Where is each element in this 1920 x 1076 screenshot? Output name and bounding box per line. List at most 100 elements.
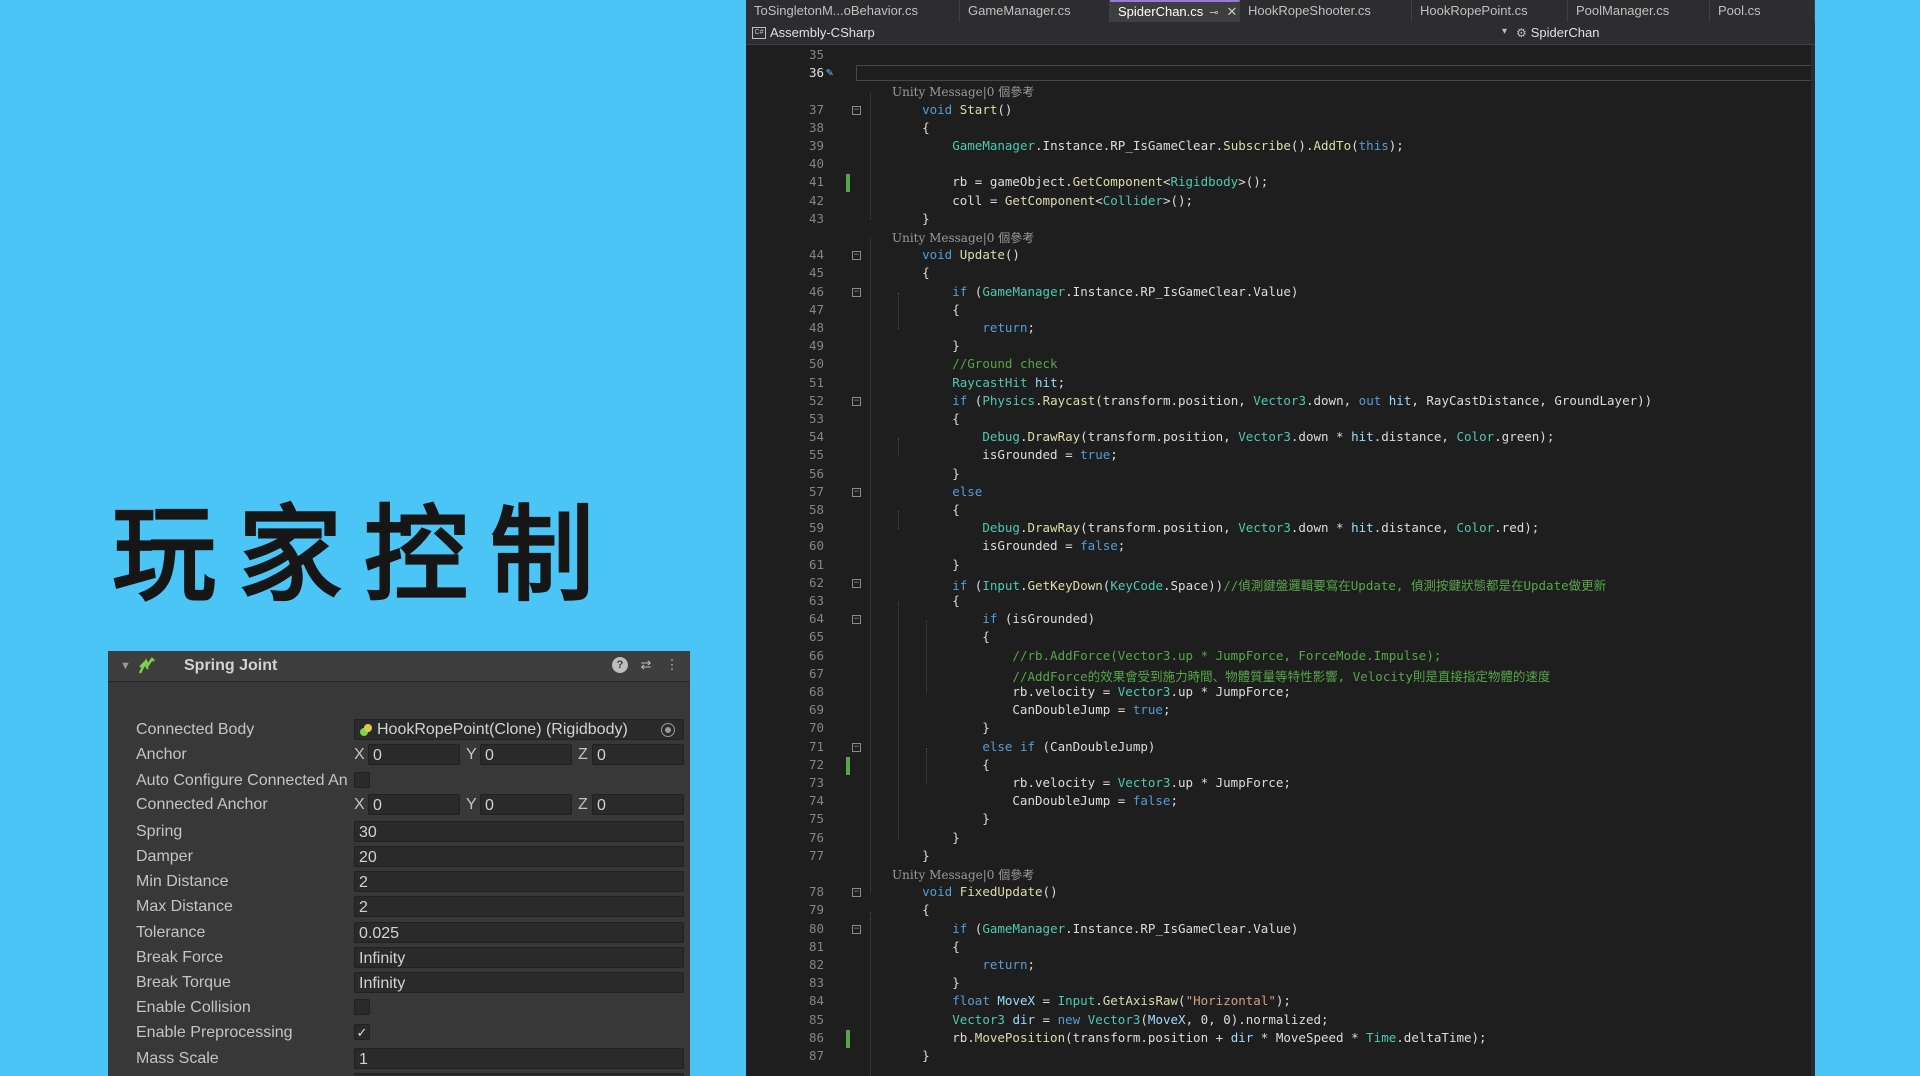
code-line[interactable]: void Start() (892, 102, 1012, 117)
checkbox-unchecked[interactable] (354, 999, 370, 1015)
tab-tosingletonm-obehavior-cs[interactable]: ToSingletonM...oBehavior.cs (746, 0, 960, 22)
close-icon[interactable]: ✕ (1227, 4, 1238, 19)
code-line[interactable]: { (892, 120, 930, 135)
code-line[interactable]: return; (892, 320, 1035, 335)
tab-spiderchan-cs[interactable]: SpiderChan.cs ⊸ ✕ (1110, 0, 1240, 22)
collapse-icon[interactable]: − (852, 888, 861, 898)
code-line[interactable]: rb.velocity = Vector3.up * JumpForce; (892, 775, 1290, 790)
code-line[interactable]: { (892, 411, 960, 426)
code-line[interactable]: } (892, 975, 960, 990)
code-line[interactable]: return; (892, 957, 1035, 972)
collapse-icon[interactable]: − (852, 105, 861, 115)
code-line[interactable]: if (GameManager.Instance.RP_IsGameClear.… (892, 921, 1298, 936)
code-line[interactable]: if (Input.GetKeyDown(KeyCode.Space))//偵測… (892, 575, 1606, 594)
number-field[interactable]: 2 (354, 896, 684, 917)
vector-field-x[interactable]: 0 (368, 744, 460, 765)
codelens-reference[interactable]: Unity Message|0 個參考 (892, 83, 1034, 100)
vector-field-y[interactable]: 0 (480, 744, 572, 765)
collapse-icon[interactable]: − (852, 487, 861, 497)
collapse-icon[interactable]: − (852, 578, 861, 588)
object-picker-icon[interactable] (661, 723, 675, 737)
pin-icon[interactable]: ⊸ (1209, 7, 1218, 19)
code-line[interactable]: if (GameManager.Instance.RP_IsGameClear.… (892, 284, 1298, 299)
code-line[interactable]: { (892, 302, 960, 317)
code-line[interactable]: } (892, 811, 990, 826)
tab-poolmanager-cs[interactable]: PoolManager.cs (1568, 0, 1710, 22)
tab-pool-cs[interactable]: Pool.cs (1710, 0, 1815, 22)
code-line[interactable]: { (892, 902, 930, 917)
codelens-reference[interactable]: Unity Message|0 個參考 (892, 866, 1034, 883)
code-line[interactable]: } (892, 830, 960, 845)
code-line[interactable]: Vector3 dir = new Vector3(MoveX, 0, 0).n… (892, 1012, 1328, 1027)
collapse-icon[interactable]: − (852, 251, 861, 261)
chevron-down-icon[interactable]: ▾ (1502, 26, 1507, 37)
code-line[interactable]: isGrounded = false; (892, 538, 1125, 553)
code-line[interactable]: if (isGrounded) (892, 611, 1095, 626)
code-line[interactable]: CanDoubleJump = true; (892, 702, 1170, 717)
collapse-icon[interactable]: − (852, 615, 861, 625)
project-dropdown[interactable]: C# Assembly-CSharp (752, 25, 875, 40)
vertical-scrollbar[interactable] (1811, 45, 1815, 1076)
code-line[interactable]: if (Physics.Raycast(transform.position, … (892, 393, 1652, 408)
code-line[interactable]: { (892, 502, 960, 517)
code-line[interactable]: } (892, 466, 960, 481)
collapse-icon[interactable]: − (852, 287, 861, 297)
code-line[interactable]: else if (CanDoubleJump) (892, 739, 1155, 754)
code-line[interactable]: isGrounded = true; (892, 447, 1118, 462)
number-field[interactable]: 1 (354, 1048, 684, 1069)
tab-hookropepoint-cs[interactable]: HookRopePoint.cs (1412, 0, 1568, 22)
code-line[interactable]: CanDoubleJump = false; (892, 793, 1178, 808)
code-line[interactable]: } (892, 1048, 930, 1063)
pencil-edit-icon[interactable]: ✎ (826, 65, 833, 79)
tab-hookropeshooter-cs[interactable]: HookRopeShooter.cs (1240, 0, 1412, 22)
object-field[interactable]: HookRopePoint(Clone) (Rigidbody) (354, 719, 684, 740)
code-line[interactable]: rb = gameObject.GetComponent<Rigidbody>(… (892, 174, 1268, 189)
checkbox-checked[interactable]: ✓ (354, 1024, 370, 1040)
number-field[interactable]: Infinity (354, 947, 684, 968)
code-line[interactable]: } (892, 848, 930, 863)
collapse-icon[interactable]: − (852, 924, 861, 934)
code-line[interactable]: //rb.AddForce(Vector3.up * JumpForce, Fo… (892, 648, 1441, 663)
code-line[interactable]: } (892, 211, 930, 226)
presets-icon[interactable]: ⇄ (638, 657, 654, 673)
vector-field-x[interactable]: 0 (368, 794, 460, 815)
code-line[interactable]: rb.velocity = Vector3.up * JumpForce; (892, 684, 1290, 699)
help-icon[interactable]: ? (612, 657, 628, 673)
class-dropdown[interactable]: ⚙ SpiderChan (1516, 25, 1599, 40)
collapse-icon[interactable]: − (852, 396, 861, 406)
codelens-reference[interactable]: Unity Message|0 個參考 (892, 229, 1034, 246)
code-line[interactable]: //AddForce的效果會受到施力時間、物體質量等特性影響, Velocity… (892, 666, 1550, 685)
code-line[interactable]: rb.MovePosition(transform.position + dir… (892, 1030, 1486, 1045)
number-field[interactable]: 30 (354, 821, 684, 842)
code-line[interactable]: else (892, 484, 982, 499)
tab-gamemanager-cs[interactable]: GameManager.cs (960, 0, 1110, 22)
code-line[interactable]: { (892, 265, 930, 280)
kebab-menu-icon[interactable]: ⋮ (664, 657, 680, 673)
code-line[interactable]: void Update() (892, 247, 1020, 262)
code-editor[interactable]: ✎ 35 36 Unity Message|0 個參考 37 − void Start(… (746, 45, 1815, 1076)
code-line[interactable]: coll = GetComponent<Collider>(); (892, 193, 1193, 208)
vector-field-y[interactable]: 0 (480, 794, 572, 815)
code-line[interactable]: { (892, 593, 960, 608)
code-line[interactable]: { (892, 939, 960, 954)
code-line[interactable]: void FixedUpdate() (892, 884, 1058, 899)
code-line[interactable]: //Ground check (892, 356, 1057, 371)
foldout-arrow-icon[interactable]: ▼ (120, 660, 131, 672)
vector-field-z[interactable]: 0 (592, 794, 684, 815)
number-field[interactable]: 2 (354, 871, 684, 892)
code-line[interactable]: Debug.DrawRay(transform.position, Vector… (892, 429, 1554, 444)
number-field[interactable]: 20 (354, 846, 684, 867)
code-line[interactable]: float MoveX = Input.GetAxisRaw("Horizont… (892, 993, 1291, 1008)
code-line[interactable]: } (892, 338, 960, 353)
code-line[interactable]: RaycastHit hit; (892, 375, 1065, 390)
code-line[interactable]: } (892, 720, 990, 735)
code-line[interactable]: GameManager.Instance.RP_IsGameClear.Subs… (892, 138, 1404, 153)
number-field[interactable]: Infinity (354, 972, 684, 993)
component-header[interactable]: ▼ Spring Joint ? ⇄ ⋮ (108, 651, 690, 682)
code-line[interactable]: { (892, 629, 990, 644)
checkbox-unchecked[interactable] (354, 772, 370, 788)
vector-field-z[interactable]: 0 (592, 744, 684, 765)
number-field[interactable]: 0.025 (354, 922, 684, 943)
code-line[interactable]: { (892, 757, 990, 772)
collapse-icon[interactable]: − (852, 742, 861, 752)
